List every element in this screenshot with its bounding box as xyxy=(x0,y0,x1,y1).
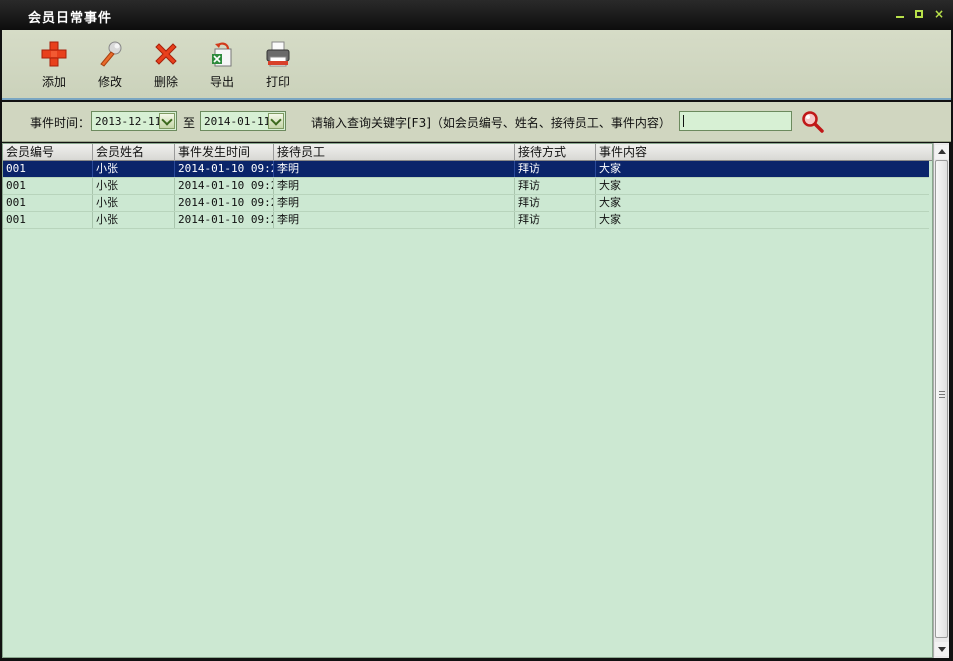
member-id-cell: 001 xyxy=(3,212,93,228)
member-id-cell: 001 xyxy=(3,195,93,211)
staff-cell: 李明 xyxy=(274,195,515,211)
table-row[interactable]: 001 小张 2014-01-10 09:23 李明 拜访 大家 xyxy=(3,161,929,178)
column-header[interactable]: 接待方式 xyxy=(515,144,596,161)
column-header[interactable]: 会员编号 xyxy=(3,144,93,161)
scroll-thumb[interactable] xyxy=(935,160,948,638)
arrow-up-icon xyxy=(938,149,946,154)
event-table[interactable]: 会员编号 会员姓名 事件发生时间 接待员工 接待方式 事件内容 001 小张 2… xyxy=(2,143,933,658)
arrow-down-icon xyxy=(938,647,946,652)
vertical-scrollbar[interactable] xyxy=(933,143,949,658)
member-id-cell: 001 xyxy=(3,178,93,194)
member-name-cell: 小张 xyxy=(93,161,175,177)
close-icon: × xyxy=(933,7,945,21)
printer-icon xyxy=(266,41,290,67)
event-time-label: 事件时间： xyxy=(30,116,91,130)
edit-label: 修改 xyxy=(97,75,122,89)
delete-icon xyxy=(155,43,177,65)
window-title: 会员日常事件 xyxy=(28,11,113,26)
chevron-down-icon xyxy=(161,114,173,126)
app-window: 会员日常事件 × 添加 修改 删除 导出 打印 事件时间： 2013-12-11… xyxy=(0,0,953,661)
event-time-cell: 2014-01-10 09:23 xyxy=(175,195,274,211)
method-cell: 拜访 xyxy=(515,212,596,228)
content-cell: 大家 xyxy=(599,179,621,192)
text-caret xyxy=(683,115,684,127)
table-row[interactable]: 001 小张 2014-01-10 09:23 李明 拜访 大家 xyxy=(3,195,929,212)
search-button[interactable] xyxy=(801,110,825,134)
minimize-icon xyxy=(896,16,904,18)
date-from-value: 2013-12-11 xyxy=(95,115,162,128)
event-time-cell: 2014-01-10 09:23 xyxy=(175,212,274,228)
date-to-value: 2014-01-11 xyxy=(204,115,271,128)
method-cell: 拜访 xyxy=(515,195,596,211)
column-header[interactable]: 接待员工 xyxy=(274,144,515,161)
delete-label: 删除 xyxy=(153,75,178,89)
grip-icon xyxy=(939,391,945,398)
title-bar[interactable]: 会员日常事件 × xyxy=(0,0,953,30)
add-icon xyxy=(41,41,67,67)
table-row[interactable]: 001 小张 2014-01-10 09:23 李明 拜访 大家 xyxy=(3,212,929,229)
toolbar: 添加 修改 删除 导出 打印 xyxy=(2,30,951,100)
table-row[interactable]: 001 小张 2014-01-10 09:23 李明 拜访 大家 xyxy=(3,178,929,195)
scroll-down-button[interactable] xyxy=(935,642,949,656)
method-cell: 拜访 xyxy=(515,178,596,194)
add-button[interactable]: 添加 xyxy=(30,38,78,94)
maximize-button[interactable] xyxy=(912,7,926,21)
date-from-dropdown[interactable] xyxy=(159,113,175,129)
scroll-up-button[interactable] xyxy=(935,145,949,159)
staff-cell: 李明 xyxy=(274,178,515,194)
export-excel-icon xyxy=(212,42,232,67)
edit-icon xyxy=(100,41,122,67)
export-button[interactable]: 导出 xyxy=(198,38,246,94)
to-label: 至 xyxy=(183,116,196,130)
member-name-cell: 小张 xyxy=(93,195,175,211)
keyword-hint-label: 请输入查询关键字[F3]（如会员编号、姓名、接待员工、事件内容） xyxy=(311,116,671,130)
print-label: 打印 xyxy=(265,75,290,89)
maximize-icon xyxy=(915,10,923,18)
event-time-cell: 2014-01-10 09:23 xyxy=(175,161,274,177)
add-label: 添加 xyxy=(41,75,66,89)
member-id-cell: 001 xyxy=(3,161,93,177)
close-button[interactable]: × xyxy=(932,7,946,21)
column-header[interactable]: 会员姓名 xyxy=(93,144,175,161)
member-name-cell: 小张 xyxy=(93,178,175,194)
search-input[interactable] xyxy=(679,111,792,131)
content-cell: 大家 xyxy=(599,162,621,175)
table-header: 会员编号 会员姓名 事件发生时间 接待员工 接待方式 事件内容 xyxy=(3,144,932,161)
staff-cell: 李明 xyxy=(274,161,515,177)
delete-button[interactable]: 删除 xyxy=(142,38,190,94)
chevron-down-icon xyxy=(270,114,282,126)
date-from-picker[interactable]: 2013-12-11 xyxy=(91,111,177,131)
export-label: 导出 xyxy=(209,75,234,89)
content-cell: 大家 xyxy=(599,196,621,209)
filter-bar: 事件时间： 2013-12-11 至 2014-01-11 请输入查询关键字[F… xyxy=(2,102,951,142)
minimize-button[interactable] xyxy=(893,7,907,21)
content-cell: 大家 xyxy=(599,213,621,226)
method-cell: 拜访 xyxy=(515,161,596,177)
staff-cell: 李明 xyxy=(274,212,515,228)
date-to-dropdown[interactable] xyxy=(268,113,284,129)
event-time-cell: 2014-01-10 09:23 xyxy=(175,178,274,194)
member-name-cell: 小张 xyxy=(93,212,175,228)
search-icon xyxy=(802,111,824,133)
date-to-picker[interactable]: 2014-01-11 xyxy=(200,111,286,131)
print-button[interactable]: 打印 xyxy=(254,38,302,94)
column-header[interactable]: 事件内容 xyxy=(596,144,932,161)
column-header[interactable]: 事件发生时间 xyxy=(175,144,274,161)
edit-button[interactable]: 修改 xyxy=(86,38,134,94)
